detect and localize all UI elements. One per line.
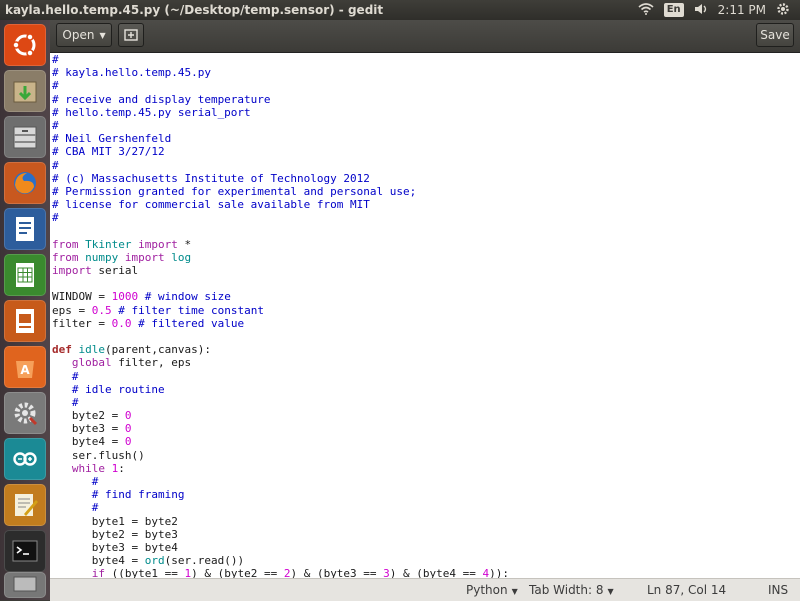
software-updater-icon[interactable]	[4, 70, 46, 112]
code-line[interactable]: #	[52, 475, 800, 488]
code-line[interactable]: #	[52, 53, 800, 66]
code-line[interactable]: from Tkinter import *	[52, 238, 800, 251]
chevron-down-icon: ▼	[511, 587, 518, 596]
wifi-icon[interactable]	[638, 2, 654, 18]
code-line[interactable]: # hello.temp.45.py serial_port	[52, 106, 800, 119]
code-line[interactable]: # Permission granted for experimental an…	[52, 185, 800, 198]
power-gear-icon[interactable]	[776, 2, 790, 19]
writer-icon[interactable]	[4, 208, 46, 250]
code-editor[interactable]: # # kayla.hello.temp.45.py # # receive and …	[50, 53, 800, 598]
files-icon[interactable]	[4, 116, 46, 158]
code-line[interactable]: import serial	[52, 264, 800, 277]
impress-icon[interactable]	[4, 300, 46, 342]
code-line[interactable]: #	[52, 79, 800, 92]
tab-width-label: Tab Width: 8	[529, 583, 604, 597]
gedit-window: Open ▼ Save # # kayla.hello.temp.45.py # # …	[50, 20, 800, 600]
code-line[interactable]: # receive and display temperature	[52, 93, 800, 106]
code-text[interactable]: # # kayla.hello.temp.45.py # # receive and …	[50, 53, 800, 581]
arduino-icon[interactable]	[4, 438, 46, 480]
top-panel: kayla.hello.temp.45.py (~/Desktop/temp.s…	[0, 0, 800, 20]
code-line[interactable]: def idle(parent,canvas):	[52, 343, 800, 356]
code-line[interactable]: # find framing	[52, 488, 800, 501]
code-line[interactable]: byte2 = 0	[52, 409, 800, 422]
new-document-button[interactable]	[118, 23, 144, 47]
code-line[interactable]: ​	[52, 224, 800, 237]
code-line[interactable]: byte4 = 0	[52, 435, 800, 448]
code-line[interactable]: byte3 = 0	[52, 422, 800, 435]
text-editor-icon[interactable]	[4, 484, 46, 526]
code-line[interactable]: # idle routine	[52, 383, 800, 396]
toolbar: Open ▼ Save	[50, 20, 800, 53]
firefox-icon[interactable]	[4, 162, 46, 204]
chevron-down-icon: ▼	[99, 30, 106, 40]
code-line[interactable]: byte2 = byte3	[52, 528, 800, 541]
code-line[interactable]: #	[52, 396, 800, 409]
insert-mode: INS	[768, 583, 789, 597]
code-line[interactable]: #	[52, 501, 800, 514]
ubuntu-logo-icon[interactable]	[4, 24, 46, 66]
new-document-icon	[124, 29, 138, 41]
software-center-icon[interactable]: A	[4, 346, 46, 388]
code-line[interactable]: byte4 = ord(ser.read())	[52, 554, 800, 567]
open-button[interactable]: Open ▼	[56, 23, 112, 47]
code-line[interactable]: # Neil Gershenfeld	[52, 132, 800, 145]
save-button[interactable]: Save	[756, 23, 794, 47]
code-line[interactable]: # (c) Massachusetts Institute of Technol…	[52, 172, 800, 185]
code-line[interactable]: ser.flush()	[52, 449, 800, 462]
cursor-position: Ln 87, Col 14	[647, 583, 727, 597]
language-selector[interactable]: Python ▼	[466, 583, 518, 597]
system-tray: En 2:11 PM	[638, 0, 800, 20]
code-line[interactable]: # CBA MIT 3/27/12	[52, 145, 800, 158]
code-line[interactable]: #	[52, 119, 800, 132]
status-bar: Python ▼ Tab Width: 8 ▼ Ln 87, Col 14 INS	[50, 578, 800, 601]
calc-icon[interactable]	[4, 254, 46, 296]
volume-icon[interactable]	[694, 3, 708, 18]
launcher: A	[0, 20, 51, 600]
code-line[interactable]: eps = 0.5 # filter time constant	[52, 304, 800, 317]
code-line[interactable]: from numpy import log	[52, 251, 800, 264]
code-line[interactable]: byte3 = byte4	[52, 541, 800, 554]
code-line[interactable]: #	[52, 159, 800, 172]
terminal-icon[interactable]	[4, 530, 46, 572]
language-label: Python	[466, 583, 508, 597]
code-line[interactable]: # kayla.hello.temp.45.py	[52, 66, 800, 79]
clock[interactable]: 2:11 PM	[718, 3, 766, 17]
disk-icon[interactable]	[4, 572, 46, 598]
code-line[interactable]: byte1 = byte2	[52, 515, 800, 528]
code-line[interactable]: WINDOW = 1000 # window size	[52, 290, 800, 303]
code-line[interactable]: # license for commercial sale available …	[52, 198, 800, 211]
code-line[interactable]: ​	[52, 277, 800, 290]
code-line[interactable]: #	[52, 211, 800, 224]
code-line[interactable]: global filter, eps	[52, 356, 800, 369]
code-line[interactable]: ​	[52, 330, 800, 343]
keyboard-layout-icon[interactable]: En	[663, 3, 684, 17]
code-line[interactable]: filter = 0.0 # filtered value	[52, 317, 800, 330]
window-title: kayla.hello.temp.45.py (~/Desktop/temp.s…	[5, 3, 384, 17]
open-button-label: Open	[62, 28, 95, 42]
chevron-down-icon: ▼	[607, 587, 614, 596]
tab-width-selector[interactable]: Tab Width: 8 ▼	[529, 583, 614, 597]
code-line[interactable]: while 1:	[52, 462, 800, 475]
svg-text:A: A	[20, 363, 30, 377]
settings-icon[interactable]	[4, 392, 46, 434]
code-line[interactable]: #	[52, 370, 800, 383]
